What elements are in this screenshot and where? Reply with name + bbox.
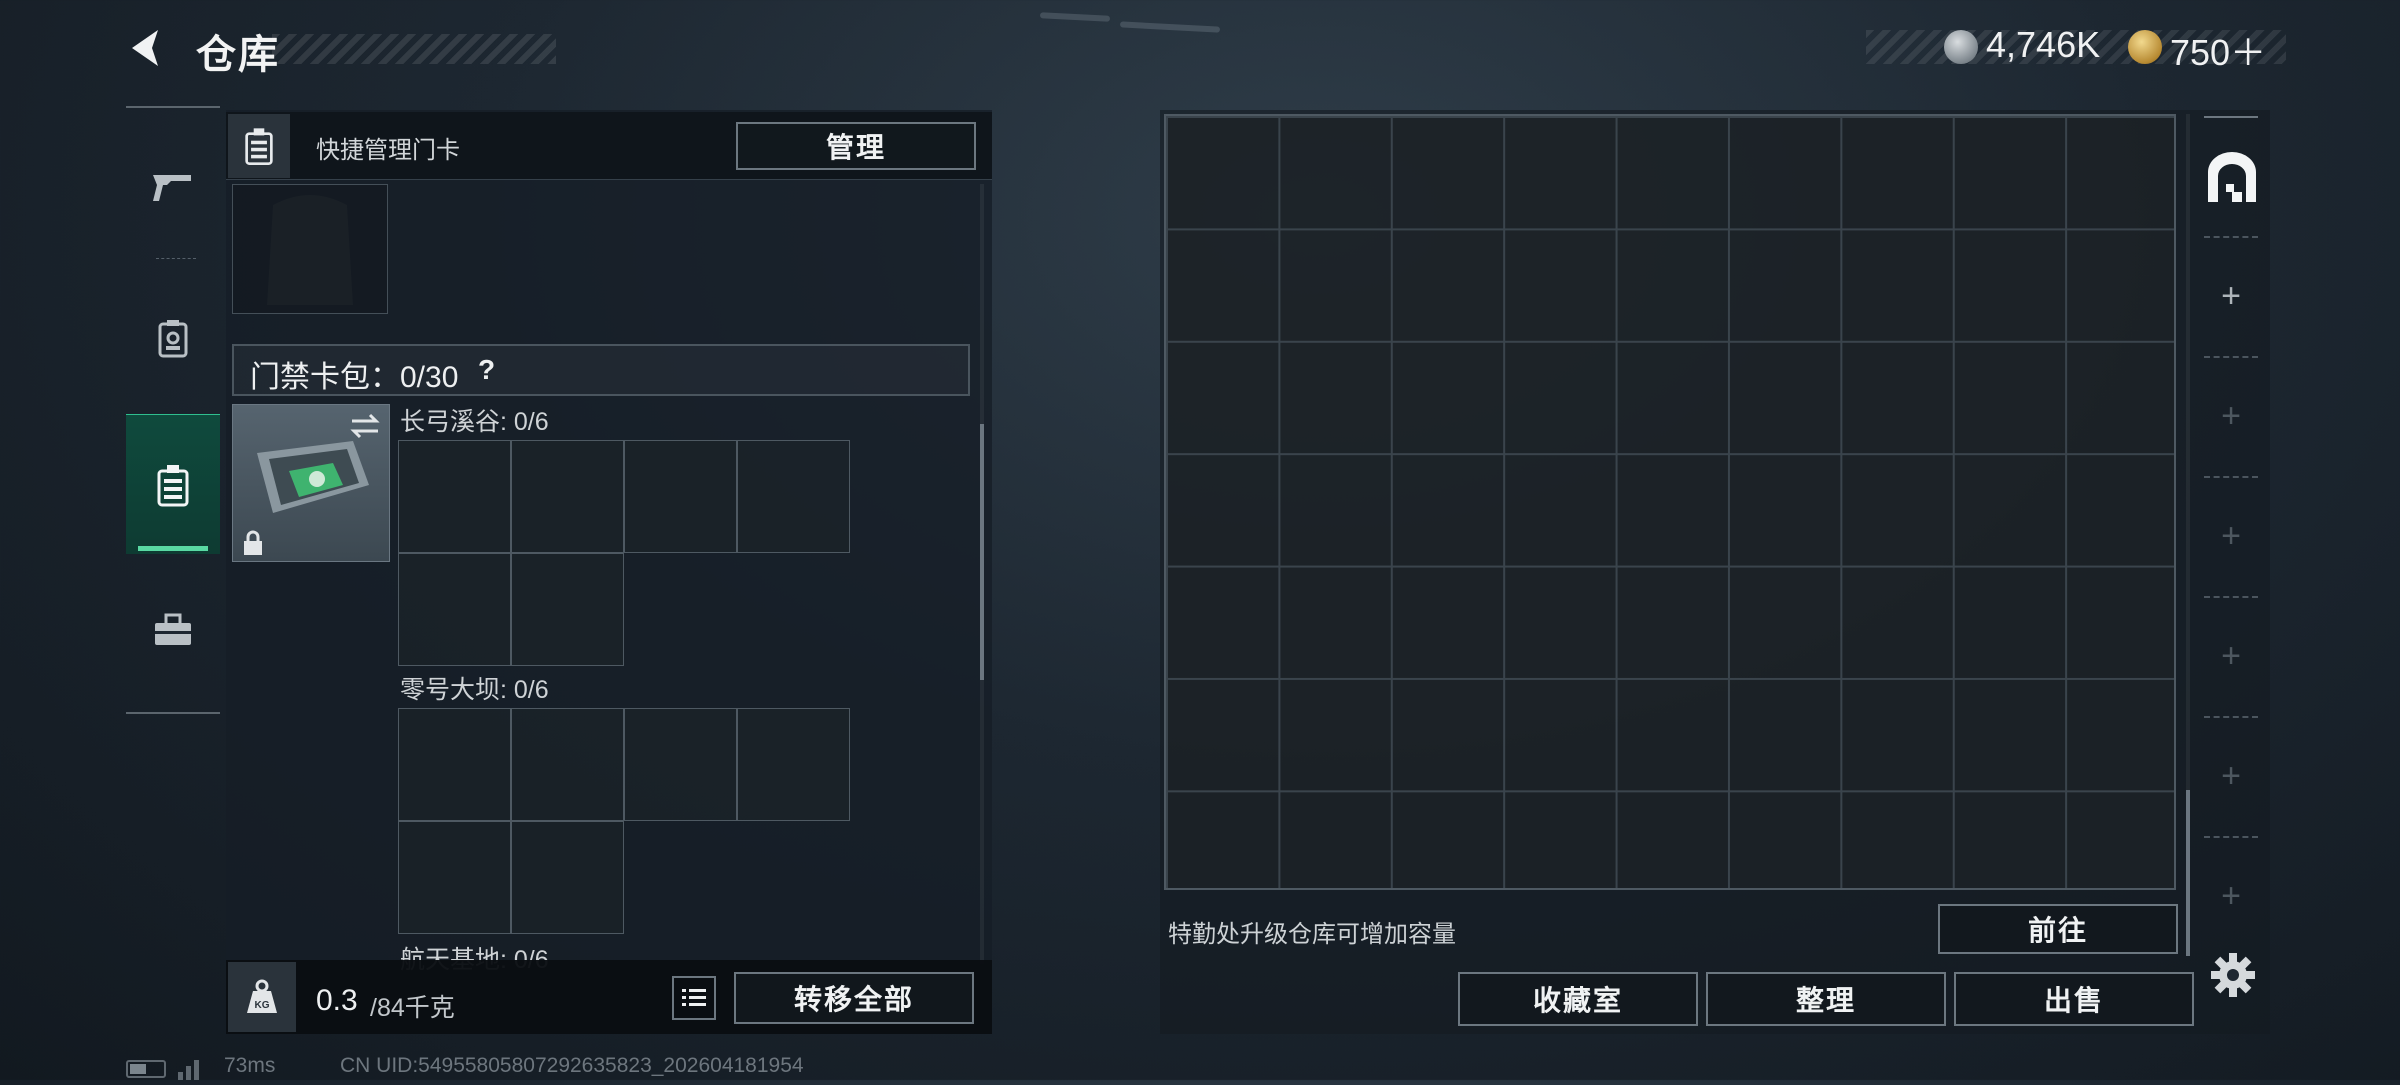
add-page-icon[interactable]: + xyxy=(2204,266,2258,326)
quick-manage-label: 快捷管理门卡 xyxy=(316,137,460,164)
group-label-changgong: 长弓溪谷: 0/6 xyxy=(400,408,549,436)
svg-text:KG: KG xyxy=(255,1000,270,1011)
keycard-case-icon xyxy=(157,464,189,506)
sidebar-item-cards[interactable] xyxy=(126,268,220,408)
sidebar-divider xyxy=(2204,836,2258,838)
add-page-icon[interactable]: + xyxy=(2204,506,2258,566)
active-indicator xyxy=(138,546,208,551)
uid-text: CN UID:549558058072926358​23_20260418195… xyxy=(340,1054,804,1077)
bg-light-streak xyxy=(1039,12,1111,22)
vault-button[interactable]: 收藏室 xyxy=(1458,972,1698,1026)
battery-level xyxy=(130,1064,146,1074)
list-icon xyxy=(682,989,706,1006)
bg-light-streak xyxy=(1119,21,1221,33)
signal-icon xyxy=(176,1056,206,1080)
sidebar-divider xyxy=(2204,356,2258,358)
sidebar-divider xyxy=(2204,116,2258,118)
card-pack-count: 门禁卡包：0/30 xyxy=(250,361,459,394)
weight-max: /84千克 xyxy=(370,994,455,1022)
backpack-slot[interactable] xyxy=(232,184,388,314)
keycard-case-icon xyxy=(228,114,290,178)
sidebar-item-toolbox[interactable] xyxy=(126,560,220,700)
goto-button[interactable]: 前往 xyxy=(1938,904,2178,954)
lock-icon xyxy=(242,530,264,556)
keycard-slot[interactable] xyxy=(398,708,511,821)
silver-coin-icon xyxy=(1944,30,1978,64)
backpack-icon xyxy=(267,195,353,305)
card-icon xyxy=(158,320,188,358)
silver-balance: 4,746K xyxy=(1986,24,2101,65)
gold-balance[interactable]: 750＋ xyxy=(2170,24,2266,76)
sidebar-divider xyxy=(2204,236,2258,238)
storage-page-main[interactable] xyxy=(2202,148,2262,206)
manage-button[interactable]: 管理 xyxy=(736,122,976,170)
title-stripe xyxy=(272,34,556,64)
keycard-slot[interactable] xyxy=(398,553,511,666)
warehouse-icon xyxy=(2208,152,2256,202)
add-page-icon[interactable]: + xyxy=(2204,386,2258,446)
transfer-all-button[interactable]: 转移全部 xyxy=(734,972,974,1024)
keycard-slot[interactable] xyxy=(737,708,850,821)
sell-button[interactable]: 出售 xyxy=(1954,972,2194,1026)
keycard-slot[interactable] xyxy=(398,440,511,553)
swap-icon[interactable] xyxy=(348,412,382,440)
sidebar-divider xyxy=(156,258,196,259)
gold-coin-icon xyxy=(2128,30,2162,64)
settings-gear-icon[interactable] xyxy=(2210,952,2256,998)
add-page-icon[interactable]: + xyxy=(2204,626,2258,686)
keycard-slot[interactable] xyxy=(511,553,624,666)
keycard-slot[interactable] xyxy=(737,440,850,553)
help-icon[interactable]: ? xyxy=(478,354,495,386)
weight-current: 0.3 xyxy=(316,984,358,1017)
sidebar-item-weapons[interactable] xyxy=(126,118,220,258)
back-arrow-icon[interactable] xyxy=(124,26,168,70)
group-label-dam: 零号大坝: 0/6 xyxy=(400,676,549,704)
add-page-icon[interactable]: + xyxy=(2204,866,2258,926)
sidebar-divider xyxy=(2204,596,2258,598)
sidebar-divider xyxy=(2204,716,2258,718)
upgrade-hint: 特勤处升级仓库可增加容量 xyxy=(1168,921,1456,948)
sidebar-item-keycard-case[interactable] xyxy=(126,414,220,554)
keycard-slot[interactable] xyxy=(511,821,624,934)
add-page-icon[interactable]: + xyxy=(2204,746,2258,806)
scrollbar-thumb[interactable] xyxy=(980,424,984,680)
keycard-slot[interactable] xyxy=(398,821,511,934)
storage-grid[interactable] xyxy=(1164,114,2176,890)
keycard-slot[interactable] xyxy=(624,440,737,553)
keycard-slot[interactable] xyxy=(624,708,737,821)
ping-text: 73ms xyxy=(224,1054,276,1077)
page-title: 仓库 xyxy=(196,33,280,77)
scrollbar-thumb[interactable] xyxy=(2186,790,2190,956)
keycard-slot[interactable] xyxy=(511,440,624,553)
list-view-button[interactable] xyxy=(672,976,716,1020)
toolbox-icon xyxy=(155,613,191,645)
sort-button[interactable]: 整理 xyxy=(1706,972,1946,1026)
gun-icon xyxy=(153,175,191,201)
weight-icon: KG xyxy=(228,962,296,1032)
keycard-slot[interactable] xyxy=(511,708,624,821)
sidebar-divider xyxy=(2204,476,2258,478)
